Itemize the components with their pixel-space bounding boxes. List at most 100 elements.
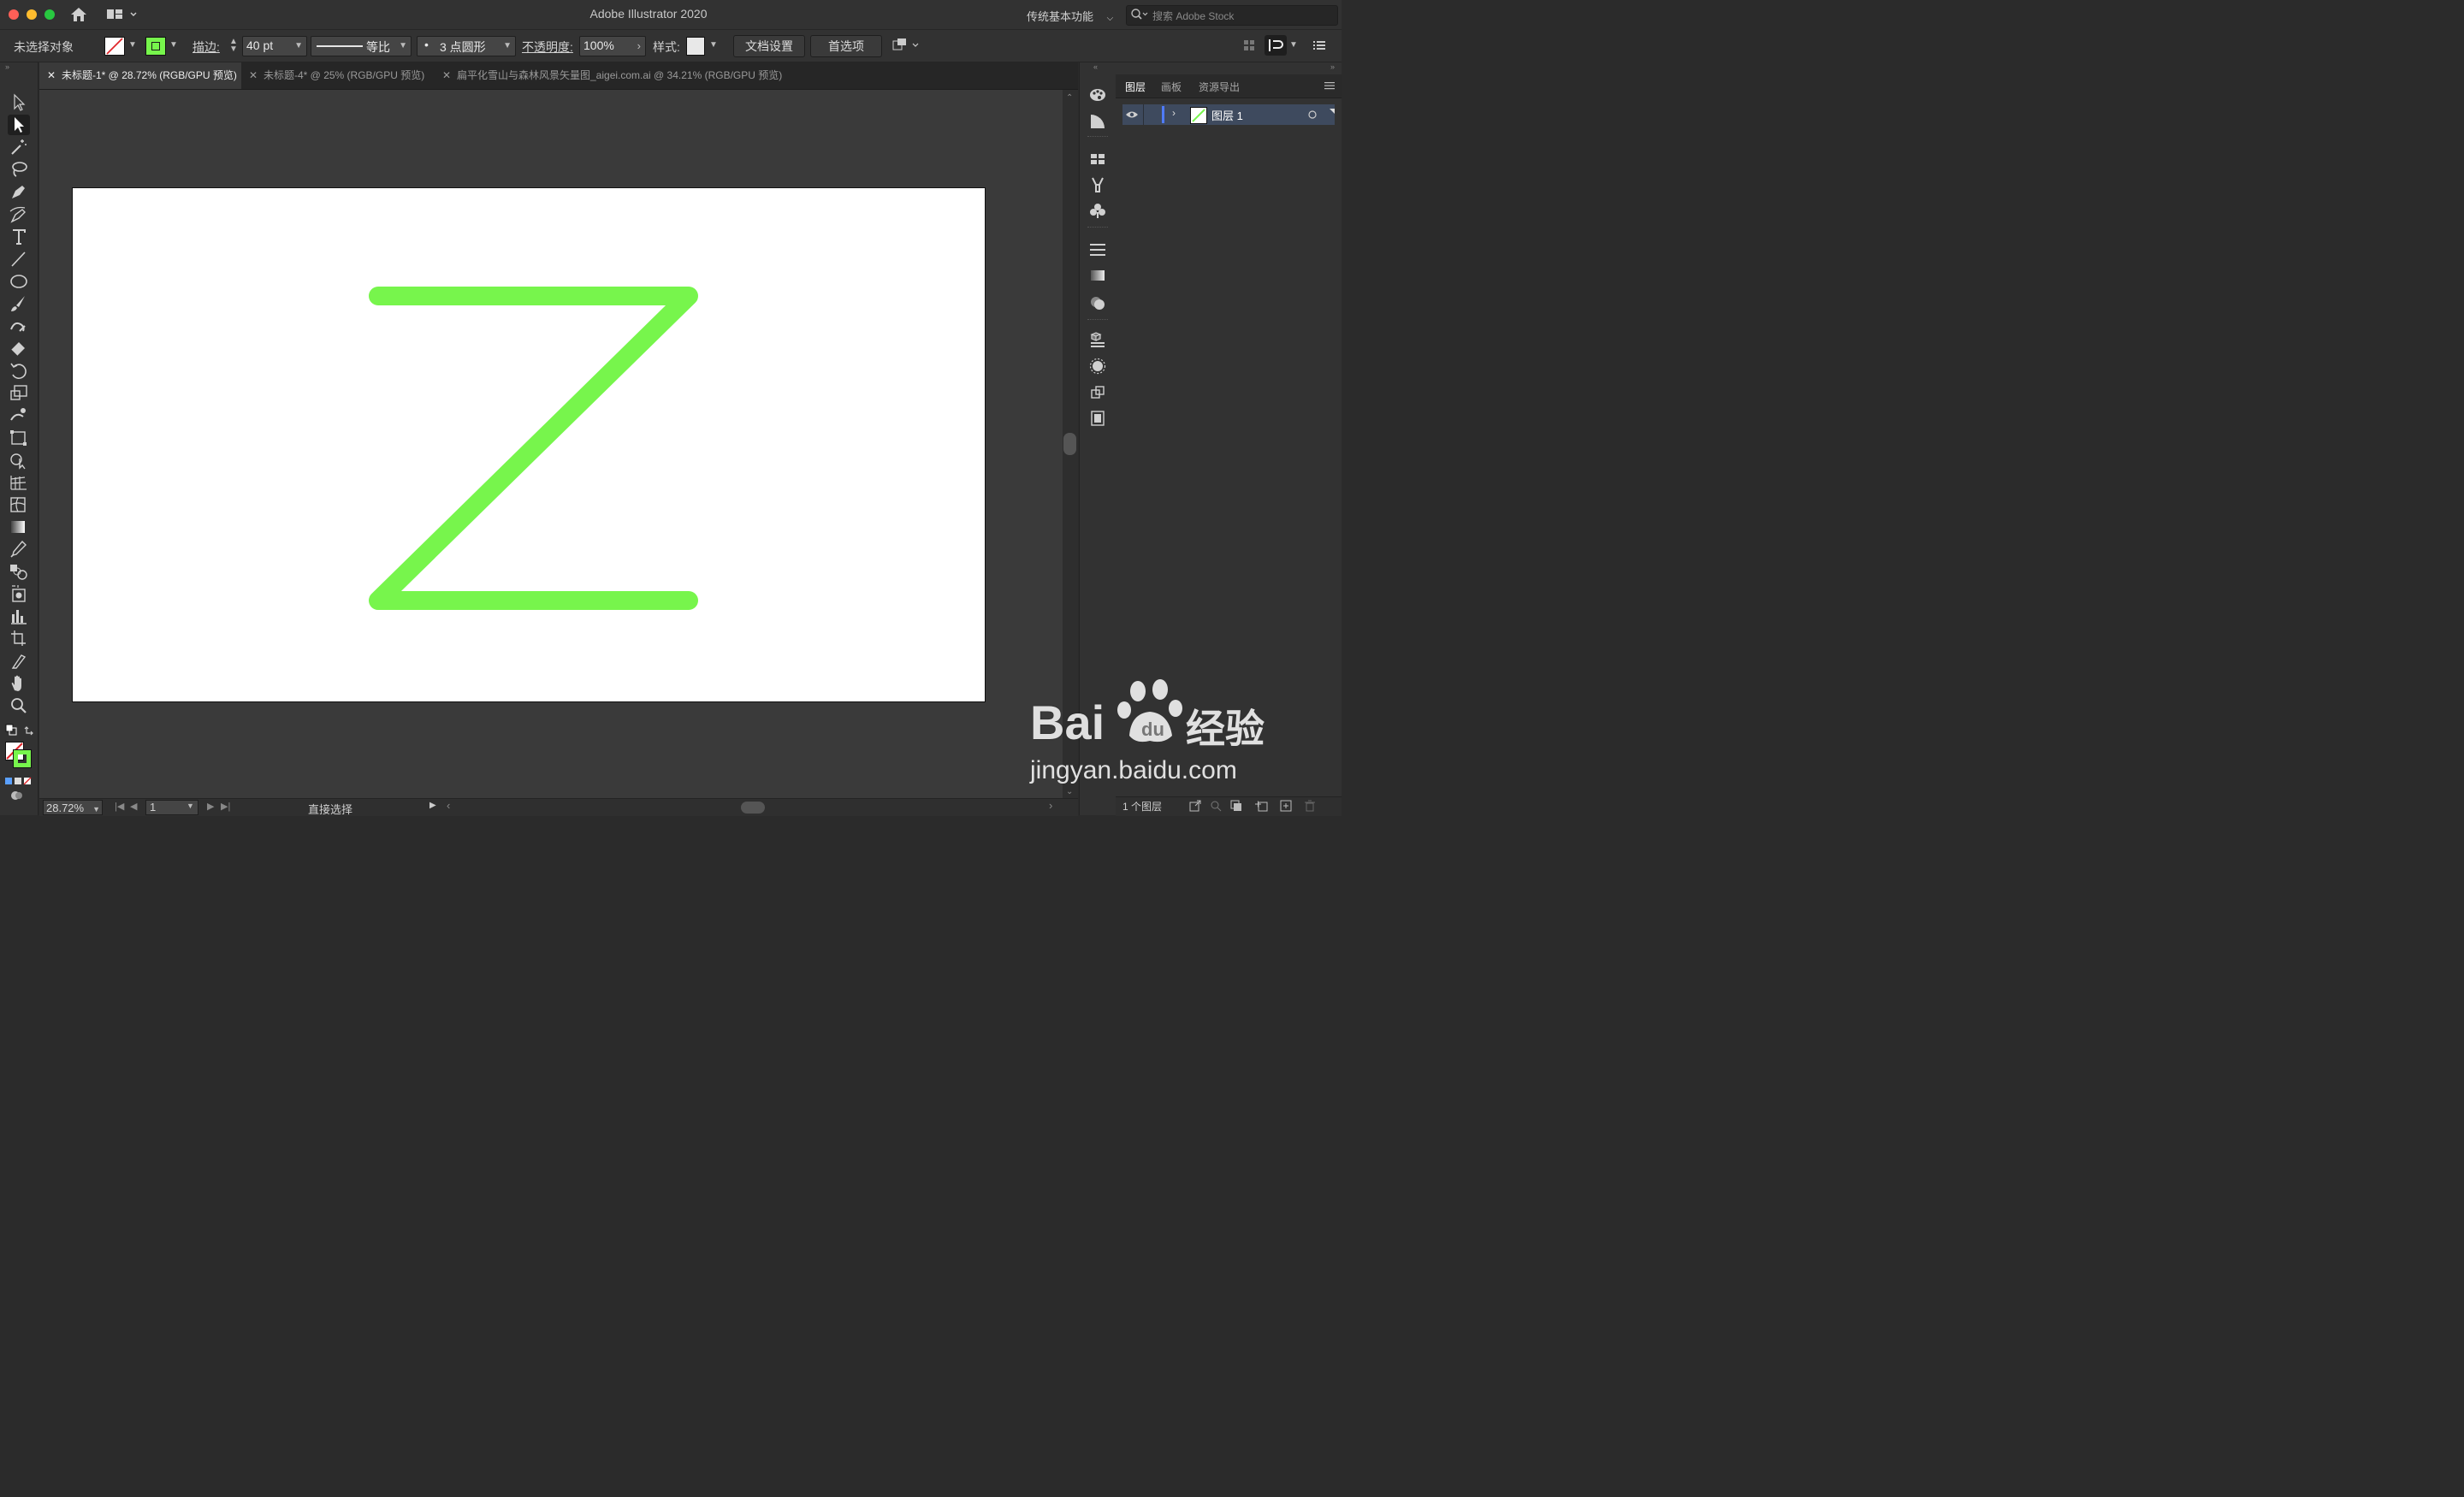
scroll-left-icon[interactable]: ‹ [447,799,450,812]
zoom-tool-icon[interactable] [8,695,30,716]
close-icon[interactable]: ✕ [46,62,56,89]
close-icon[interactable]: ✕ [441,62,452,89]
scale-tool-icon[interactable] [8,382,30,403]
scroll-down-icon[interactable]: ⌄ [1066,787,1073,796]
new-layer-icon[interactable] [1280,800,1292,814]
fill-swatch[interactable] [104,37,125,56]
chevron-down-icon[interactable]: ▼ [169,40,178,50]
warp-tool-icon[interactable] [8,405,30,425]
chevron-down-icon[interactable]: ▼ [128,40,137,50]
stroke-weight-stepper[interactable]: ▲ ▼ [229,38,238,54]
blend-tool-icon[interactable] [8,561,30,582]
stroke-color-swatch[interactable] [13,749,32,768]
previous-artboard-icon[interactable]: ◀ [130,801,137,812]
align-options-icon[interactable] [891,38,922,57]
scroll-up-icon[interactable]: ⌃ [1066,93,1073,103]
export-icon[interactable] [1189,800,1201,814]
workspace-switcher[interactable]: 传统基本功能 ⌵ [1027,8,1113,24]
next-artboard-icon[interactable]: ▶ [207,801,214,812]
zoom-level-field[interactable]: 28.72% ▼ [43,800,103,815]
transparency-icon[interactable] [1088,293,1107,312]
last-artboard-icon[interactable]: ▶| [221,801,230,812]
curvature-tool-icon[interactable] [8,204,30,225]
opacity-field[interactable]: 100% › [579,36,646,56]
document-setup-button[interactable]: 文档设置 [733,35,805,57]
layer-row[interactable]: › 图层 1 [1122,104,1335,125]
artboard-tool-icon[interactable] [8,628,30,648]
chevron-down-icon[interactable]: ▼ [187,802,194,810]
stroke-label[interactable]: 描边: [192,38,220,56]
default-colors-icon[interactable] [5,724,17,740]
perspective-grid-tool-icon[interactable] [8,472,30,493]
preferences-button[interactable]: 首选项 [810,35,882,57]
ellipse-tool-icon[interactable] [8,271,30,292]
pen-tool-icon[interactable] [8,181,30,202]
lasso-tool-icon[interactable] [8,159,30,180]
free-transform-tool-icon[interactable] [8,428,30,448]
graphic-styles-icon[interactable] [1088,357,1107,376]
vertical-scroll-thumb[interactable] [1063,433,1076,455]
color-palette-icon[interactable] [1088,86,1107,104]
appearance-icon[interactable] [1088,330,1107,349]
eyedropper-tool-icon[interactable] [8,539,30,559]
graphic-style-swatch[interactable] [686,37,705,56]
brush-dropdown[interactable]: • 3 点圆形 ▼ [417,36,516,56]
gradient-panel-icon[interactable] [1088,266,1107,285]
grid-view-icon[interactable] [1242,38,1258,56]
shaper-tool-icon[interactable] [8,316,30,336]
stock-search-input[interactable] [1151,8,1334,24]
hand-tool-icon[interactable] [8,673,30,694]
slice-tool-icon[interactable] [8,651,30,672]
direct-selection-tool-icon[interactable] [8,115,30,136]
gradient-tool-icon[interactable] [8,517,30,537]
drawing-mode-icon[interactable] [10,790,24,806]
collapse-dock-icon[interactable]: « [1093,62,1098,71]
brushes-icon[interactable] [1088,175,1107,194]
artboards-panel-icon[interactable] [1088,409,1107,428]
shape-builder-tool-icon[interactable] [8,450,30,470]
opacity-label[interactable]: 不透明度: [522,38,573,56]
trash-icon[interactable] [1304,800,1316,814]
panel-options-icon[interactable] [1265,35,1287,56]
z-shape-path[interactable] [73,188,985,701]
tab-document-1[interactable]: ✕ 未标题-1* @ 28.72% (RGB/GPU 预览) [39,62,241,89]
swatches-icon[interactable] [1088,150,1107,169]
artboard[interactable] [72,187,986,702]
stock-search-box[interactable] [1126,5,1338,26]
column-graph-tool-icon[interactable] [8,606,30,626]
color-mode-icons[interactable] [5,774,33,790]
target-circle-icon[interactable] [1307,109,1318,124]
transform-icon[interactable] [1088,383,1107,402]
stroke-weight-field[interactable]: 40 pt ▼ [242,36,307,56]
swap-colors-icon[interactable] [24,724,36,740]
layer-name[interactable]: 图层 1 [1211,107,1243,123]
status-menu-icon[interactable]: ▶ [429,801,436,810]
stroke-panel-icon[interactable] [1088,240,1107,259]
mesh-tool-icon[interactable] [8,494,30,515]
tab-document-4[interactable]: ✕ 未标题-4* @ 25% (RGB/GPU 预览) [241,62,431,89]
stroke-profile-dropdown[interactable]: 等比 ▼ [311,36,412,56]
line-segment-tool-icon[interactable] [8,249,30,269]
tab-asset-export[interactable]: 资源导出 [1199,80,1240,94]
expand-chevron-icon[interactable]: › [1172,107,1176,119]
collapse-toolbar-icon[interactable]: » [5,62,9,71]
chevron-down-icon[interactable]: ▼ [1289,40,1298,50]
scroll-right-icon[interactable]: › [1049,799,1052,812]
selection-tool-icon[interactable] [8,92,30,113]
type-tool-icon[interactable] [8,227,30,247]
make-clipping-mask-icon[interactable] [1230,800,1242,814]
horizontal-scroll-thumb[interactable] [741,802,765,814]
collapse-panel-icon[interactable]: » [1330,62,1335,71]
locate-object-icon[interactable] [1210,800,1222,814]
tab-artboards[interactable]: 画板 [1161,80,1182,94]
tab-document-landscape[interactable]: ✕ 扁平化雪山与森林风景矢量图_aigei.com.ai @ 34.21% (RG… [435,62,794,89]
color-guide-icon[interactable] [1088,112,1107,131]
symbol-sprayer-tool-icon[interactable] [8,583,30,604]
eraser-tool-icon[interactable] [8,338,30,358]
magic-wand-tool-icon[interactable] [8,137,30,157]
menu-list-icon[interactable] [1312,38,1326,56]
first-artboard-icon[interactable]: |◀ [115,801,124,812]
chevron-down-icon[interactable]: ▼ [709,40,718,50]
panel-menu-icon[interactable] [1324,80,1335,95]
tab-layers[interactable]: 图层 [1125,80,1146,94]
